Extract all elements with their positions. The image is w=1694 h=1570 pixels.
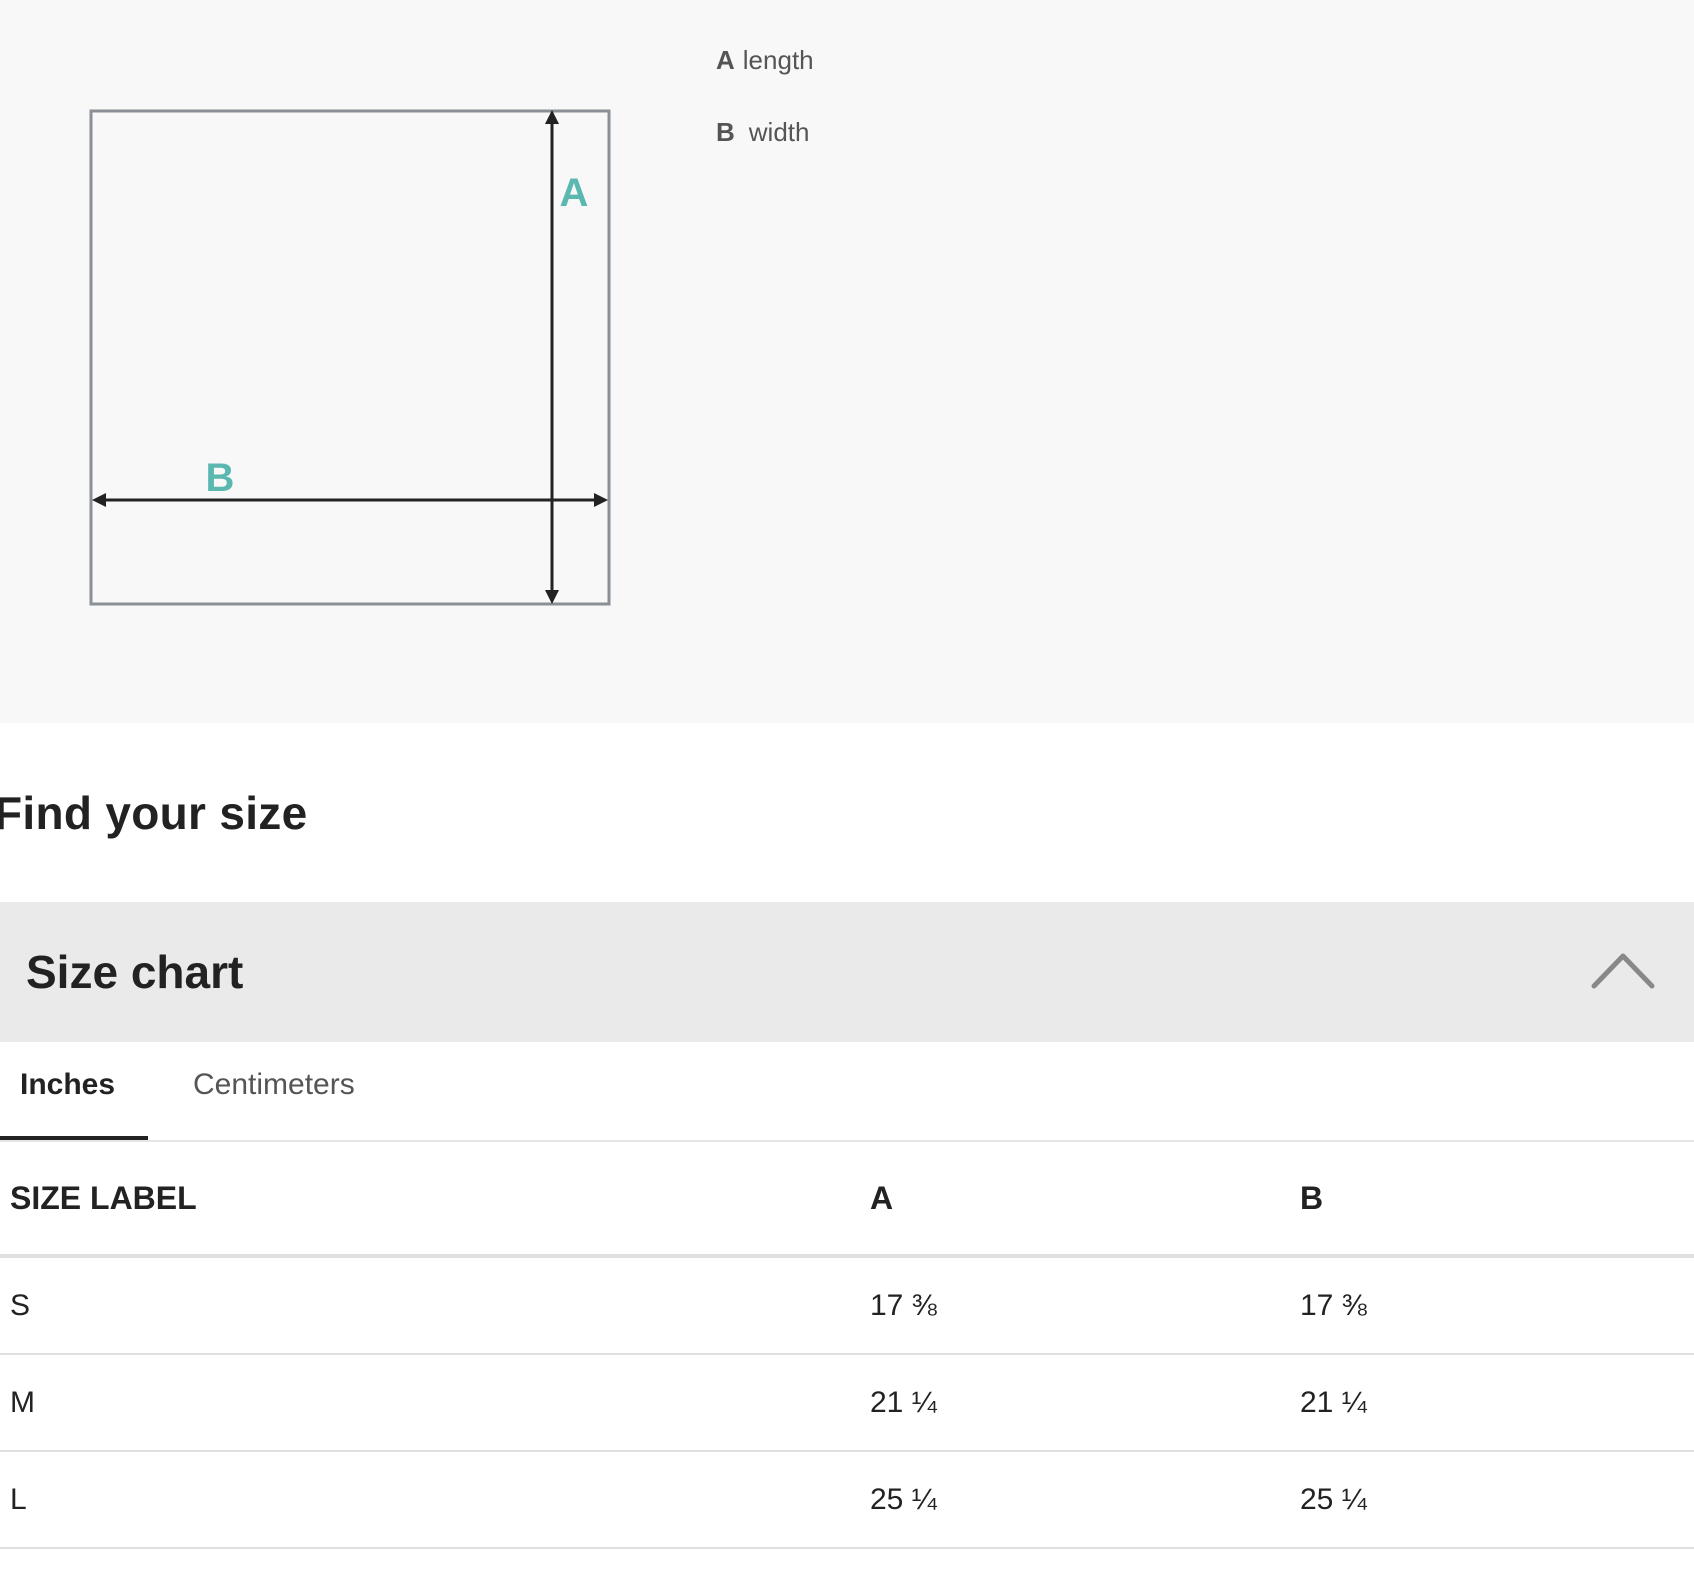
garment-outline (89, 109, 611, 606)
measurement-diagram: A B (89, 109, 611, 606)
width-arrow-head-right (594, 493, 608, 507)
b-value-cell: 25 ¼ (1300, 1451, 1694, 1549)
width-marker-label: B (206, 456, 235, 500)
width-arrow-head-left (92, 493, 106, 507)
size-chart-title: Size chart (26, 946, 244, 998)
b-value-cell: 21 ¼ (1300, 1354, 1694, 1452)
length-marker-label: A (560, 171, 589, 215)
table-header-row: SIZE LABEL A B (0, 1142, 1694, 1258)
size-chart-accordion-header[interactable]: Size chart (0, 902, 1694, 1042)
active-tab-indicator (0, 1136, 148, 1140)
page: A B A length B width Find your size Size… (0, 0, 1694, 1570)
legend-item-width: B width (716, 112, 814, 184)
size-table: SIZE LABEL A B S 17 ⅜ 17 ⅜ M 21 ¼ 21 ¼ L… (0, 1142, 1694, 1549)
a-value-cell: 17 ⅜ (870, 1256, 1300, 1355)
chevron-up-icon[interactable] (1590, 946, 1656, 992)
column-header-size-label: SIZE LABEL (0, 1142, 870, 1258)
measurement-legend: A length B width (716, 40, 814, 184)
size-cell: M (0, 1354, 870, 1452)
size-cell: S (0, 1256, 870, 1355)
table-row: M 21 ¼ 21 ¼ (0, 1354, 1694, 1452)
column-header-a: A (870, 1142, 1300, 1258)
measurement-diagram-panel: A B A length B width (0, 0, 1694, 723)
legend-key: A (716, 45, 735, 75)
legend-item-length: A length (716, 40, 814, 112)
find-your-size-heading: Find your size (0, 787, 308, 839)
column-header-b: B (1300, 1142, 1694, 1258)
table-row: S 17 ⅜ 17 ⅜ (0, 1256, 1694, 1355)
a-value-cell: 25 ¼ (870, 1451, 1300, 1549)
tab-inches[interactable]: Inches (20, 1068, 115, 1102)
unit-tabs: Inches Centimeters (0, 1042, 1694, 1142)
legend-text: width (748, 117, 810, 147)
legend-text: length (742, 45, 814, 75)
table-row: L 25 ¼ 25 ¼ (0, 1451, 1694, 1549)
b-value-cell: 17 ⅜ (1300, 1256, 1694, 1355)
legend-key: B (716, 117, 735, 147)
size-cell: L (0, 1451, 870, 1549)
a-value-cell: 21 ¼ (870, 1354, 1300, 1452)
tab-centimeters[interactable]: Centimeters (193, 1068, 355, 1102)
length-arrow-head-bottom (545, 590, 559, 604)
